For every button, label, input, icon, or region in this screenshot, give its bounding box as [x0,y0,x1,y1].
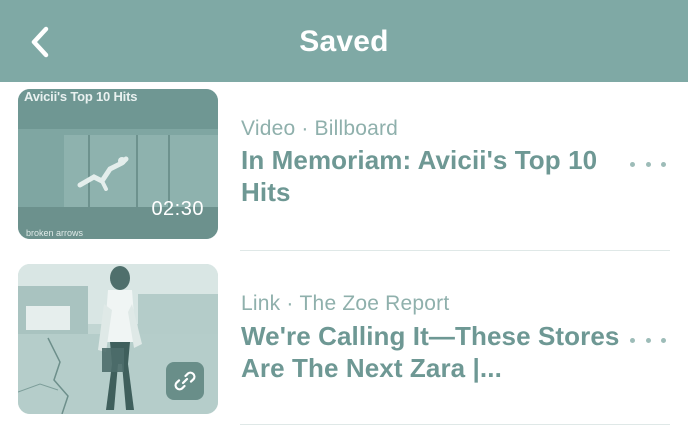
nav-header: Saved [0,0,688,82]
saved-item-link[interactable]: Link · The Zoe Report We're Calling It—The… [0,252,688,426]
photo-garage-door [26,306,70,330]
row-divider [240,424,670,425]
thumbnail-footer: broken arrows [26,228,84,238]
link-badge [166,362,204,400]
item-meta: Link · The Zoe Report [241,292,449,316]
thumbnail-stripe [136,135,138,209]
item-meta: Video · Billboard [241,117,398,141]
item-type: Video [241,117,296,140]
saved-item-video[interactable]: Avicii's Top 10 Hits broken arrows 02:30… [0,82,688,252]
video-thumbnail[interactable]: Avicii's Top 10 Hits broken arrows 02:30 [18,89,218,239]
more-options-button[interactable] [630,152,666,176]
item-type: Link [241,292,281,315]
link-thumbnail[interactable] [18,264,218,414]
meta-separator: · [301,117,309,140]
row-divider [240,250,670,251]
more-horizontal-icon [630,337,666,343]
meta-separator: · [286,292,294,315]
page-title: Saved [299,25,389,58]
item-title[interactable]: In Memoriam: Avicii's Top 10 Hits [241,144,621,208]
duration-badge: 02:30 [151,198,204,220]
person-figure [98,266,142,410]
item-source: The Zoe Report [299,292,450,315]
link-icon [174,371,196,391]
more-options-button[interactable] [630,328,666,352]
app-screen: Saved Avicii's Top 10 Hits broken arrows… [0,0,688,426]
dancer-figure [77,156,129,191]
item-title[interactable]: We're Calling It—These Stores Are The Ne… [241,320,621,384]
thumbnail-caption: Avicii's Top 10 Hits [24,89,138,104]
more-horizontal-icon [630,161,666,167]
item-source: Billboard [314,117,399,140]
